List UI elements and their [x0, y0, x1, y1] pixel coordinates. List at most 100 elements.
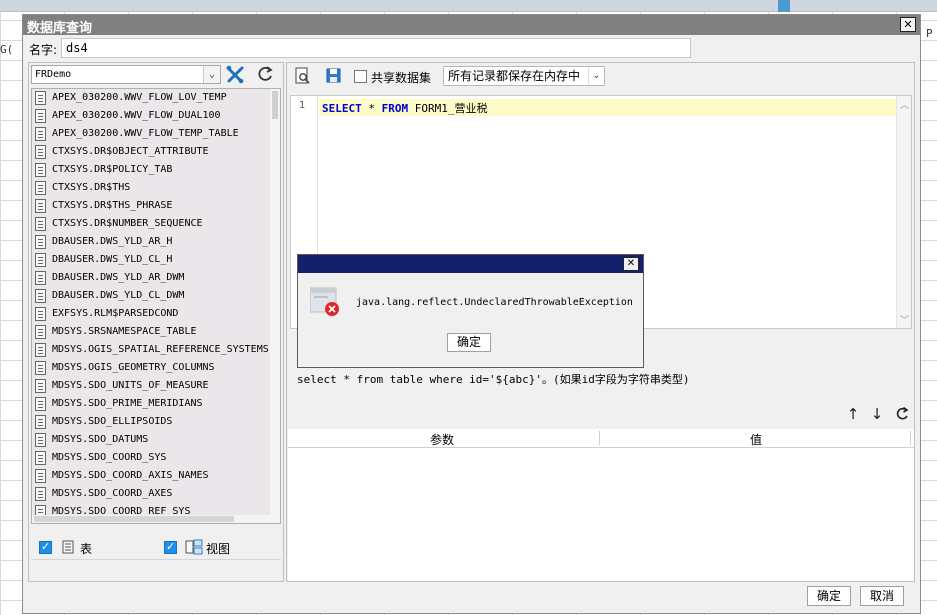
dialog-close-button[interactable]: ✕	[900, 17, 916, 32]
table-list-horizontal-scrollbar[interactable]	[32, 515, 270, 523]
scroll-down-arrow-icon[interactable]: ﹀	[900, 313, 909, 326]
table-doc-icon	[35, 271, 46, 285]
table-doc-icon	[35, 217, 46, 231]
table-name: MDSYS.SDO_COORD_SYS	[52, 452, 167, 463]
table-name: CTXSYS.DR$THS	[52, 182, 131, 193]
table-list-item[interactable]: MDSYS.SDO_COORD_SYS	[32, 449, 270, 467]
table-doc-icon	[35, 145, 46, 159]
parameter-table-header: 参数 值	[288, 429, 914, 448]
table-list-item[interactable]: MDSYS.SDO_COORD_AXES	[32, 485, 270, 503]
table-list-item[interactable]: MDSYS.SDO_PRIME_MERIDIANS	[32, 395, 270, 413]
table-list-item[interactable]: DBAUSER.DWS_YLD_CL_DWM	[32, 287, 270, 305]
table-name: MDSYS.SDO_ELLIPSOIDS	[52, 416, 173, 427]
error-ok-button[interactable]: 确定	[447, 333, 491, 352]
connection-settings-icon[interactable]	[225, 64, 245, 84]
parameter-hint: select * from table where id='${abc}'。(如…	[297, 373, 690, 386]
table-list-item[interactable]: MDSYS.OGIS_GEOMETRY_COLUMNS	[32, 359, 270, 377]
refresh-icon[interactable]	[255, 64, 275, 84]
table-doc-icon	[35, 289, 46, 303]
table-doc-icon	[35, 469, 46, 483]
table-list-item[interactable]: MDSYS.SDO_COORD_AXIS_NAMES	[32, 467, 270, 485]
table-name: CTXSYS.DR$POLICY_TAB	[52, 164, 173, 175]
table-doc-icon	[35, 325, 46, 339]
name-input[interactable]: ds4	[61, 38, 691, 58]
table-list-item[interactable]: MDSYS.SDO_DATUMS	[32, 431, 270, 449]
table-name: CTXSYS.DR$THS_PHRASE	[52, 200, 173, 211]
parameter-table[interactable]: 参数 值	[288, 429, 914, 581]
table-name: DBAUSER.DWS_YLD_CL_DWM	[52, 290, 185, 301]
chevron-down-icon[interactable]: ⌄	[588, 67, 604, 85]
table-name: APEX_030200.WWV_FLOW_DUAL100	[52, 110, 221, 121]
scrollbar-thumb[interactable]	[34, 516, 234, 522]
table-list[interactable]: APEX_030200.WWV_FLOW_LOV_TEMP APEX_030200…	[31, 88, 281, 524]
table-doc-icon	[35, 109, 46, 123]
table-list-item[interactable]: MDSYS.OGIS_SPATIAL_REFERENCE_SYSTEMS	[32, 341, 270, 359]
error-icon	[310, 287, 339, 316]
scroll-up-arrow-icon[interactable]: ︿	[900, 98, 909, 111]
show-views-checkbox[interactable]	[164, 540, 177, 554]
move-down-icon[interactable]: ↓	[869, 406, 885, 422]
ok-button[interactable]: 确定	[807, 586, 851, 606]
table-list-item[interactable]: MDSYS.SDO_ELLIPSOIDS	[32, 413, 270, 431]
table-name: APEX_030200.WWV_FLOW_LOV_TEMP	[52, 92, 227, 103]
background-marker	[778, 0, 790, 12]
table-list-item[interactable]: CTXSYS.DR$NUMBER_SEQUENCE	[32, 215, 270, 233]
dialog-titlebar[interactable]: 数据库查询 ✕	[23, 15, 920, 36]
table-name: DBAUSER.DWS_YLD_AR_H	[52, 236, 173, 247]
table-doc-icon	[35, 379, 46, 393]
chevron-down-icon[interactable]: ⌄	[203, 66, 220, 83]
table-list-item[interactable]: CTXSYS.DR$OBJECT_ATTRIBUTE	[32, 143, 270, 161]
table-list-vertical-scrollbar[interactable]	[270, 89, 280, 523]
table-list-item[interactable]: APEX_030200.WWV_FLOW_TEMP_TABLE	[32, 125, 270, 143]
table-doc-icon	[35, 235, 46, 249]
preview-icon[interactable]	[294, 67, 312, 85]
table-doc-icon	[35, 415, 46, 429]
table-browser-panel: FRDemo ⌄ APEX_030200.WWV_FLOW_LOV_TEMP AP…	[28, 62, 284, 582]
memory-mode-select[interactable]: 所有记录都保存在内存中 ⌄	[443, 66, 605, 86]
table-doc-icon	[35, 181, 46, 195]
table-doc-icon	[35, 163, 46, 177]
save-query-icon[interactable]	[325, 67, 343, 85]
table-doc-icon	[35, 397, 46, 411]
sql-text[interactable]: SELECT * FROM FORM1_营业税	[322, 100, 487, 116]
table-list-item[interactable]: MDSYS.SDO_UNITS_OF_MEASURE	[32, 377, 270, 395]
line-number: 1	[299, 100, 306, 111]
error-dialog-titlebar[interactable]: ✕	[298, 255, 643, 273]
table-list-item[interactable]: DBAUSER.DWS_YLD_CL_H	[32, 251, 270, 269]
table-list-item[interactable]: MDSYS.SRSNAMESPACE_TABLE	[32, 323, 270, 341]
dialog-title: 数据库查询	[27, 21, 93, 36]
sql-fragment: *	[361, 102, 382, 115]
editor-vertical-scrollbar[interactable]: ︿ ﹀	[896, 96, 911, 328]
table-doc-icon	[35, 253, 46, 267]
table-list-item[interactable]: APEX_030200.WWV_FLOW_DUAL100	[32, 107, 270, 125]
refresh-parameters-icon[interactable]	[894, 406, 910, 422]
table-name: EXFSYS.RLM$PARSEDCOND	[52, 308, 179, 319]
table-name: MDSYS.OGIS_SPATIAL_REFERENCE_SYSTEMS	[52, 344, 269, 355]
table-doc-icon	[35, 487, 46, 501]
move-up-icon[interactable]: ↑	[845, 406, 861, 422]
table-list-item[interactable]: DBAUSER.DWS_YLD_AR_H	[32, 233, 270, 251]
error-close-button[interactable]: ✕	[623, 257, 639, 271]
table-list-item[interactable]: APEX_030200.WWV_FLOW_LOV_TEMP	[32, 89, 270, 107]
show-tables-checkbox[interactable]	[39, 540, 52, 554]
table-list-item[interactable]: CTXSYS.DR$POLICY_TAB	[32, 161, 270, 179]
table-doc-icon	[35, 199, 46, 213]
cancel-button[interactable]: 取消	[860, 586, 904, 606]
table-name: CTXSYS.DR$NUMBER_SEQUENCE	[52, 218, 203, 229]
scrollbar-thumb[interactable]	[272, 91, 278, 119]
table-name: MDSYS.SDO_UNITS_OF_MEASURE	[52, 380, 209, 391]
table-doc-icon	[35, 361, 46, 375]
background-cell-text: G(	[0, 43, 14, 56]
table-name: MDSYS.SDO_COORD_AXIS_NAMES	[52, 470, 209, 481]
database-select[interactable]: FRDemo ⌄	[31, 65, 221, 84]
table-list-item[interactable]: EXFSYS.RLM$PARSEDCOND	[32, 305, 270, 323]
table-list-item[interactable]: CTXSYS.DR$THS	[32, 179, 270, 197]
share-dataset-checkbox[interactable]	[354, 70, 367, 83]
table-name: MDSYS.SRSNAMESPACE_TABLE	[52, 326, 197, 337]
table-list-items: APEX_030200.WWV_FLOW_LOV_TEMP APEX_030200…	[32, 89, 270, 517]
column-divider	[910, 431, 911, 445]
table-doc-icon	[35, 433, 46, 447]
table-list-item[interactable]: DBAUSER.DWS_YLD_AR_DWM	[32, 269, 270, 287]
table-name: MDSYS.SDO_PRIME_MERIDIANS	[52, 398, 203, 409]
table-list-item[interactable]: CTXSYS.DR$THS_PHRASE	[32, 197, 270, 215]
